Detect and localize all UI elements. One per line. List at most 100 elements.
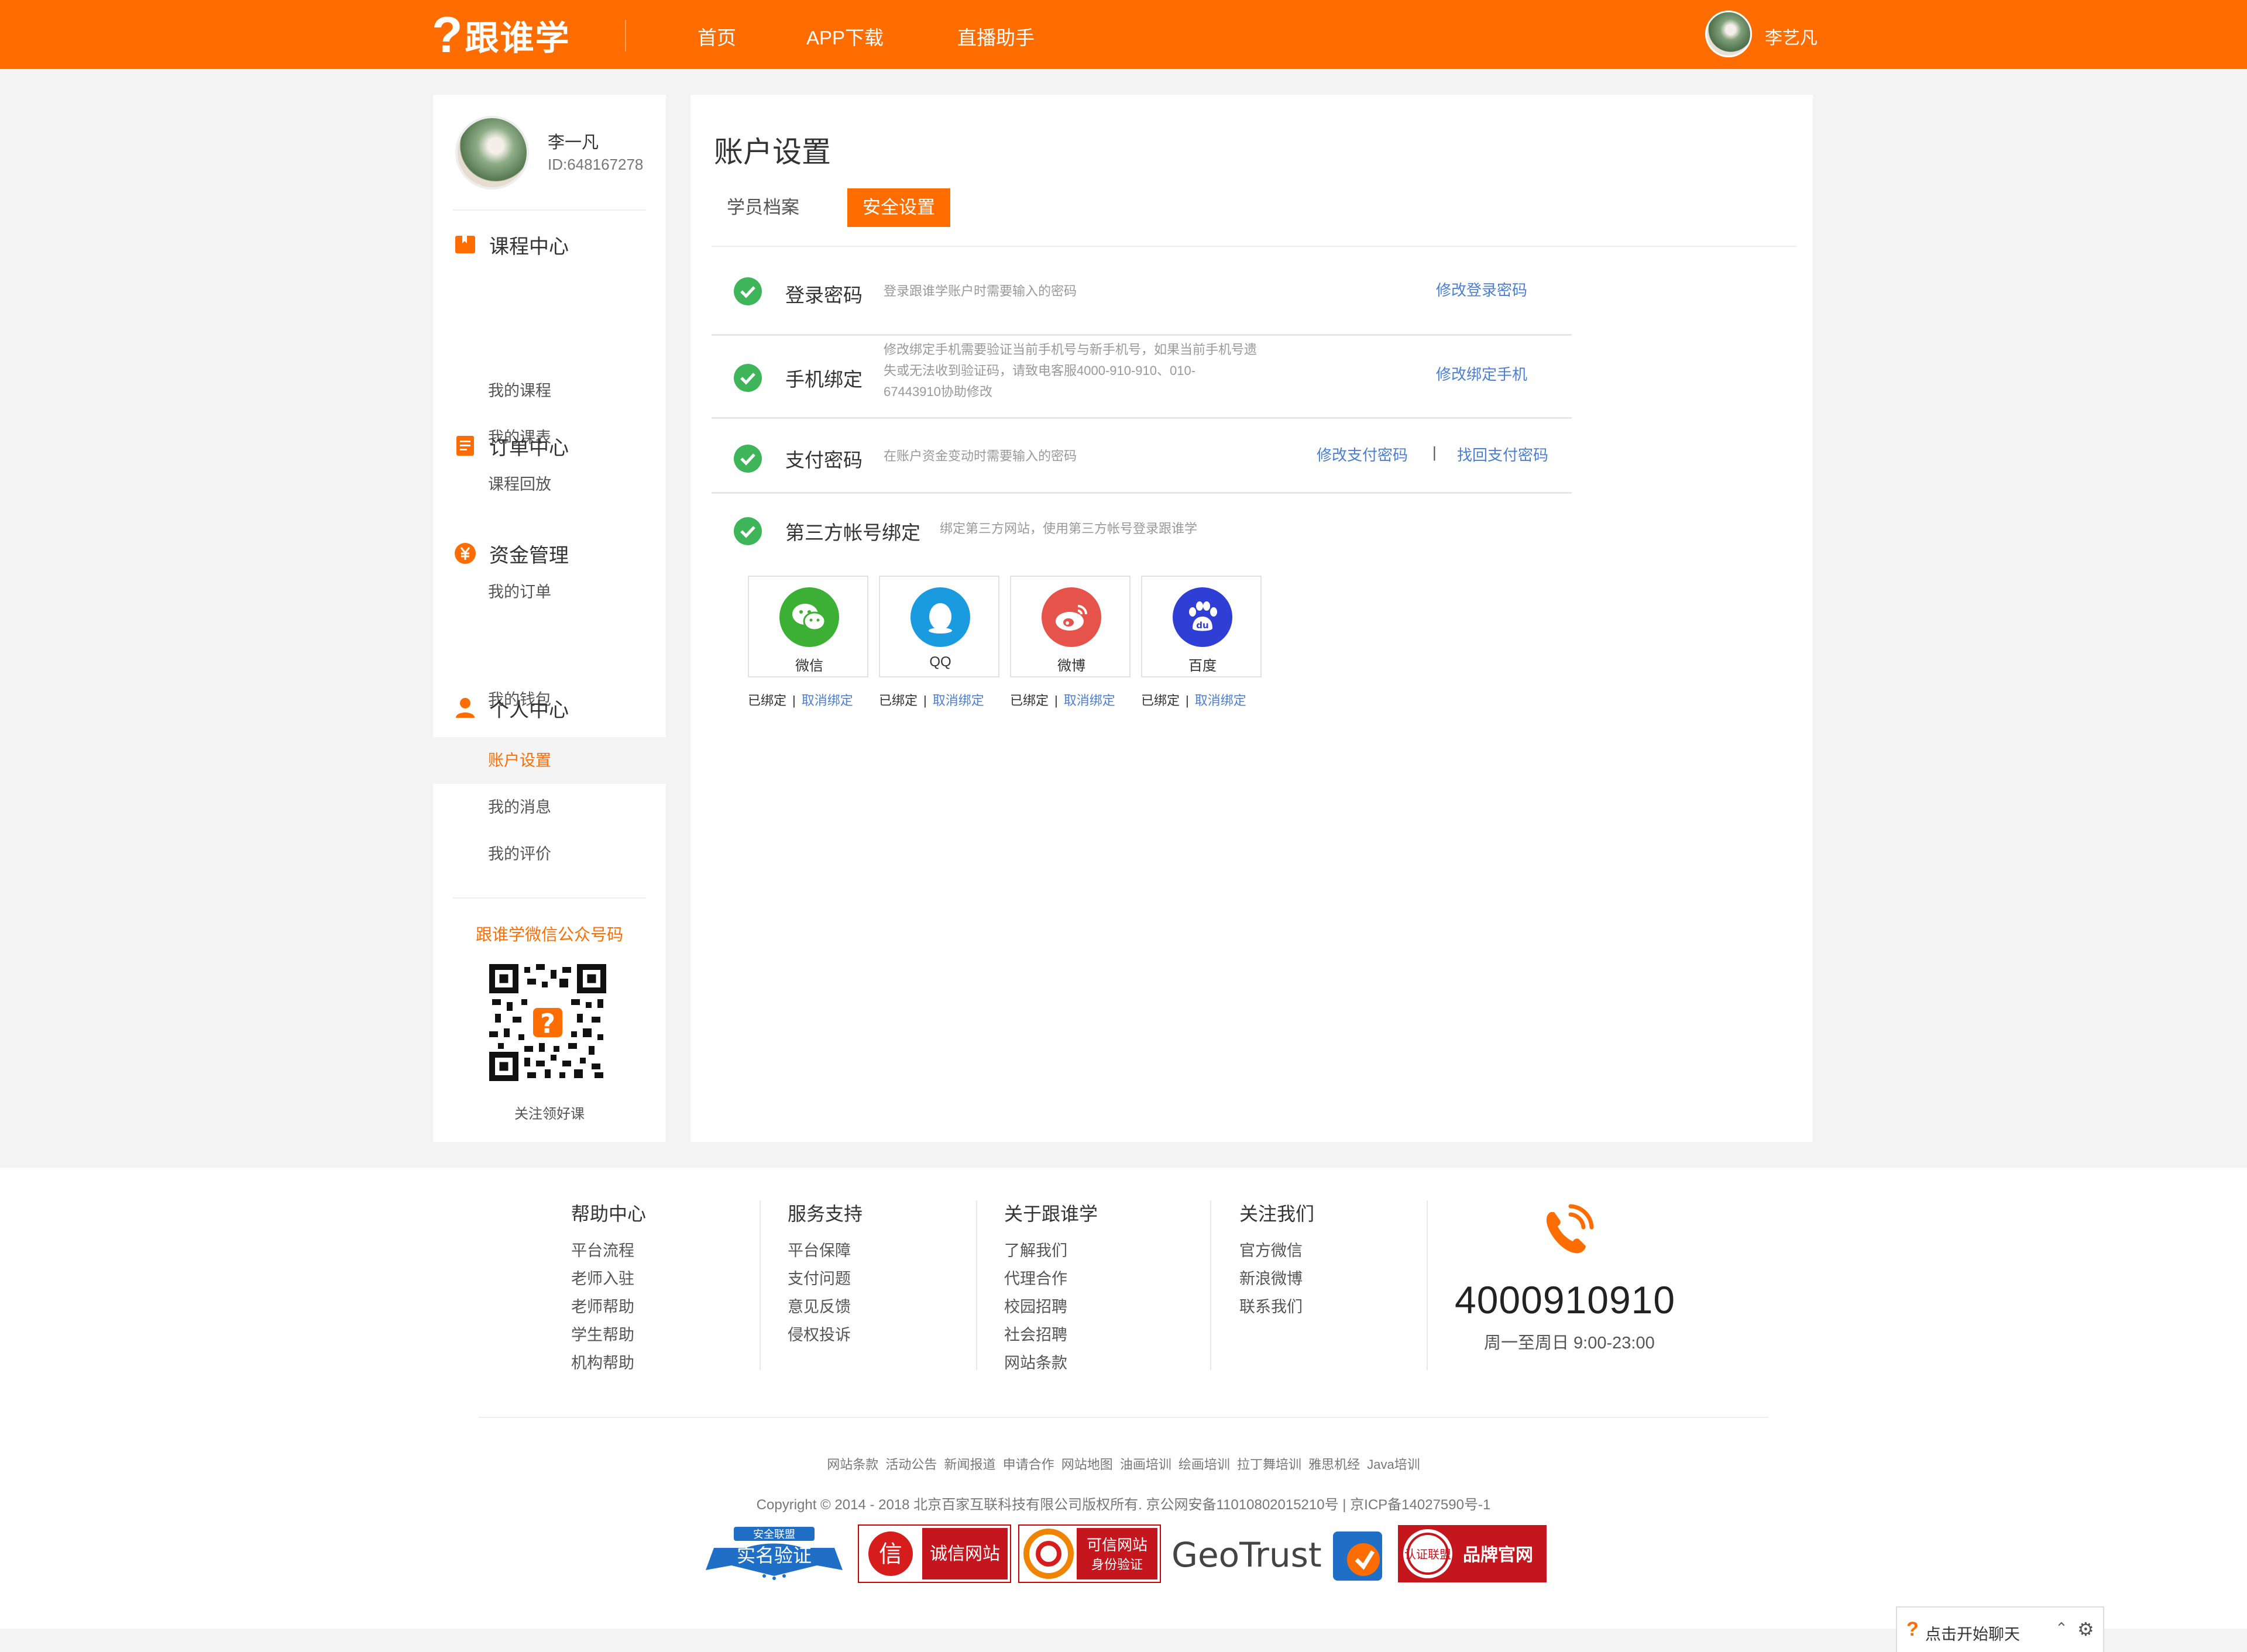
security-row-payment-password: 支付密码 在账户资金变动时需要输入的密码 修改支付密码 | 找回支付密码	[712, 419, 1572, 494]
recover-payment-password-link[interactable]: 找回支付密码	[1457, 443, 1548, 465]
sidebar-section-course[interactable]: 课程中心	[454, 232, 569, 258]
brand-official-badge[interactable]: 认证联盟 品牌官网	[1397, 1524, 1547, 1583]
footer-link[interactable]: 联系我们	[1239, 1293, 1314, 1321]
tab-student-profile[interactable]: 学员档案	[712, 188, 815, 227]
footer-link[interactable]: 校园招聘	[1004, 1293, 1098, 1321]
change-login-password-link[interactable]: 修改登录密码	[1436, 278, 1527, 300]
svg-text:?: ?	[540, 1009, 555, 1040]
third-party-label: 百度	[1188, 658, 1217, 674]
sidebar-item-account-settings[interactable]: 账户设置	[433, 737, 666, 784]
nav-home[interactable]: 首页	[698, 22, 736, 50]
unbind-qq-link[interactable]: 取消绑定	[933, 693, 984, 708]
row-title: 手机绑定	[785, 369, 863, 390]
weibo-icon	[1042, 587, 1101, 647]
qq-icon	[911, 587, 970, 647]
footer-link[interactable]: 代理合作	[1004, 1265, 1098, 1293]
badge-anquan-main: 实名验证	[737, 1544, 812, 1567]
hotline-hours: 周一至周日 9:00-23:00	[1484, 1334, 1655, 1352]
chat-widget[interactable]: ? 点击开始聊天 ⌃ ⚙	[1896, 1606, 2104, 1652]
nav-app-download[interactable]: APP下载	[806, 22, 884, 50]
geotrust-badge[interactable]: GeoTrust	[1170, 1524, 1387, 1583]
header-avatar[interactable]	[1705, 11, 1752, 57]
anquan-verify-badge[interactable]: 安全联盟 实名验证	[700, 1524, 848, 1583]
footer-column-title: 帮助中心	[571, 1203, 647, 1224]
badge-kexin-1: 可信网站	[1087, 1537, 1147, 1554]
footer-link[interactable]: 了解我们	[1004, 1237, 1098, 1265]
sidebar-item-my-messages[interactable]: 我的消息	[433, 784, 666, 831]
change-payment-password-link[interactable]: 修改支付密码	[1317, 443, 1408, 465]
row-description-line: 修改绑定手机需要验证当前手机号与新手机号，如果当前手机号遗	[884, 342, 1258, 357]
bound-status: 已绑定	[748, 693, 787, 708]
svg-text:du: du	[1196, 620, 1208, 631]
footer-link[interactable]: 网站条款	[1004, 1349, 1098, 1377]
header-user-name[interactable]: 李艺凡	[1765, 23, 1817, 49]
footer-link[interactable]: 新浪微博	[1239, 1265, 1314, 1293]
sidebar-section-personal[interactable]: 个人中心	[454, 695, 569, 721]
badge-geotrust-text: GeoTrust	[1171, 1535, 1322, 1575]
chat-start-label[interactable]: 点击开始聊天	[1925, 1622, 2020, 1644]
yen-coin-icon	[455, 543, 476, 564]
footer-link[interactable]: 官方微信	[1239, 1237, 1314, 1265]
third-party-qq[interactable]: QQ	[879, 576, 999, 677]
footer-column-follow: 关注我们 官方微信 新浪微博 联系我们	[1239, 1199, 1314, 1321]
footer-link[interactable]: 平台保障	[788, 1237, 863, 1265]
footer-link[interactable]: 平台流程	[571, 1237, 646, 1265]
sidebar-user-id: ID:648167278	[548, 156, 644, 173]
footer-link[interactable]: 侵权投诉	[788, 1321, 863, 1349]
qr-title: 跟谁学微信公众号码	[475, 925, 623, 944]
third-party-baidu[interactable]: du 百度	[1141, 576, 1262, 677]
unbind-wechat-link[interactable]: 取消绑定	[802, 693, 853, 708]
unbind-baidu-link[interactable]: 取消绑定	[1195, 693, 1246, 708]
footer-link[interactable]: 学生帮助	[571, 1321, 646, 1349]
footer-column-help: 帮助中心 平台流程 老师入驻 老师帮助 学生帮助 机构帮助	[571, 1199, 646, 1377]
footer-divider	[1210, 1200, 1211, 1370]
sidebar-item-my-courses[interactable]: 我的课程	[433, 367, 666, 414]
row-title: 第三方帐号绑定	[785, 522, 920, 543]
gear-icon[interactable]: ⚙	[2077, 1618, 2094, 1640]
chat-logo-icon: ?	[1906, 1618, 1919, 1640]
nav-live-assistant[interactable]: 直播助手	[957, 22, 1035, 50]
footer-friend-links[interactable]: 网站条款 活动公告 新闻报道 申请合作 网站地图 油画培训 绘画培训 拉丁舞培训…	[0, 1454, 2247, 1473]
third-party-weibo[interactable]: 微博	[1010, 576, 1131, 677]
row-title: 支付密码	[785, 449, 863, 471]
footer-link[interactable]: 支付问题	[788, 1265, 863, 1293]
third-party-status-baidu: 已绑定 | 取消绑定	[1141, 690, 1246, 709]
sidebar-section-order[interactable]: 订单中心	[454, 433, 569, 459]
user-icon	[456, 698, 475, 718]
site-logo[interactable]: ? 跟谁学	[432, 7, 571, 63]
chengxin-badge[interactable]: 信 诚信网站	[858, 1524, 1011, 1583]
check-icon	[734, 445, 762, 473]
avatar[interactable]	[455, 116, 529, 190]
footer-column-title: 关于跟谁学	[1004, 1203, 1098, 1224]
logo-question-mark: ?	[432, 7, 463, 63]
chevron-up-icon[interactable]: ⌃	[2055, 1619, 2068, 1637]
sidebar-item-my-orders[interactable]: 我的订单	[433, 569, 666, 615]
status-separator: |	[1186, 693, 1189, 708]
change-phone-link[interactable]: 修改绑定手机	[1436, 363, 1527, 384]
sidebar-section-title: 个人中心	[489, 698, 569, 721]
footer-hr	[479, 1417, 1768, 1418]
footer-column-title: 关注我们	[1239, 1203, 1315, 1224]
sidebar-section-funds[interactable]: 资金管理	[454, 541, 569, 567]
footer-link[interactable]: 老师入驻	[571, 1265, 646, 1293]
sidebar-item-my-reviews[interactable]: 我的评价	[433, 831, 666, 877]
security-row-login-password: 登录密码 登录跟谁学账户时需要输入的密码 修改登录密码	[712, 247, 1572, 336]
copyright-text: Copyright © 2014 - 2018 北京百家互联科技有限公司版权所有…	[756, 1497, 1491, 1513]
security-row-phone-binding: 手机绑定 修改绑定手机需要验证当前手机号与新手机号，如果当前手机号遗 失或无法收…	[712, 336, 1572, 419]
footer-link[interactable]: 意见反馈	[788, 1293, 863, 1321]
footer-column-about: 关于跟谁学 了解我们 代理合作 校园招聘 社会招聘 网站条款	[1004, 1199, 1098, 1377]
footer-link[interactable]: 社会招聘	[1004, 1321, 1098, 1349]
logo-text: 跟谁学	[465, 19, 571, 57]
footer-link[interactable]: 机构帮助	[571, 1349, 646, 1377]
unbind-weibo-link[interactable]: 取消绑定	[1064, 693, 1115, 708]
footer-link[interactable]: 老师帮助	[571, 1293, 646, 1321]
book-icon	[455, 236, 475, 253]
tab-security-settings[interactable]: 安全设置	[847, 188, 950, 227]
document-icon	[456, 436, 474, 456]
bound-status: 已绑定	[879, 693, 918, 708]
hotline-number: 4000910910	[1455, 1278, 1676, 1321]
security-row-third-party: 第三方帐号绑定 绑定第三方网站，使用第三方帐号登录跟谁学	[712, 494, 1572, 564]
sidebar-item-course-replay[interactable]: 课程回放	[433, 461, 666, 508]
kexin-badge[interactable]: 可信网站 身份验证	[1018, 1524, 1161, 1583]
third-party-wechat[interactable]: 微信	[748, 576, 868, 677]
